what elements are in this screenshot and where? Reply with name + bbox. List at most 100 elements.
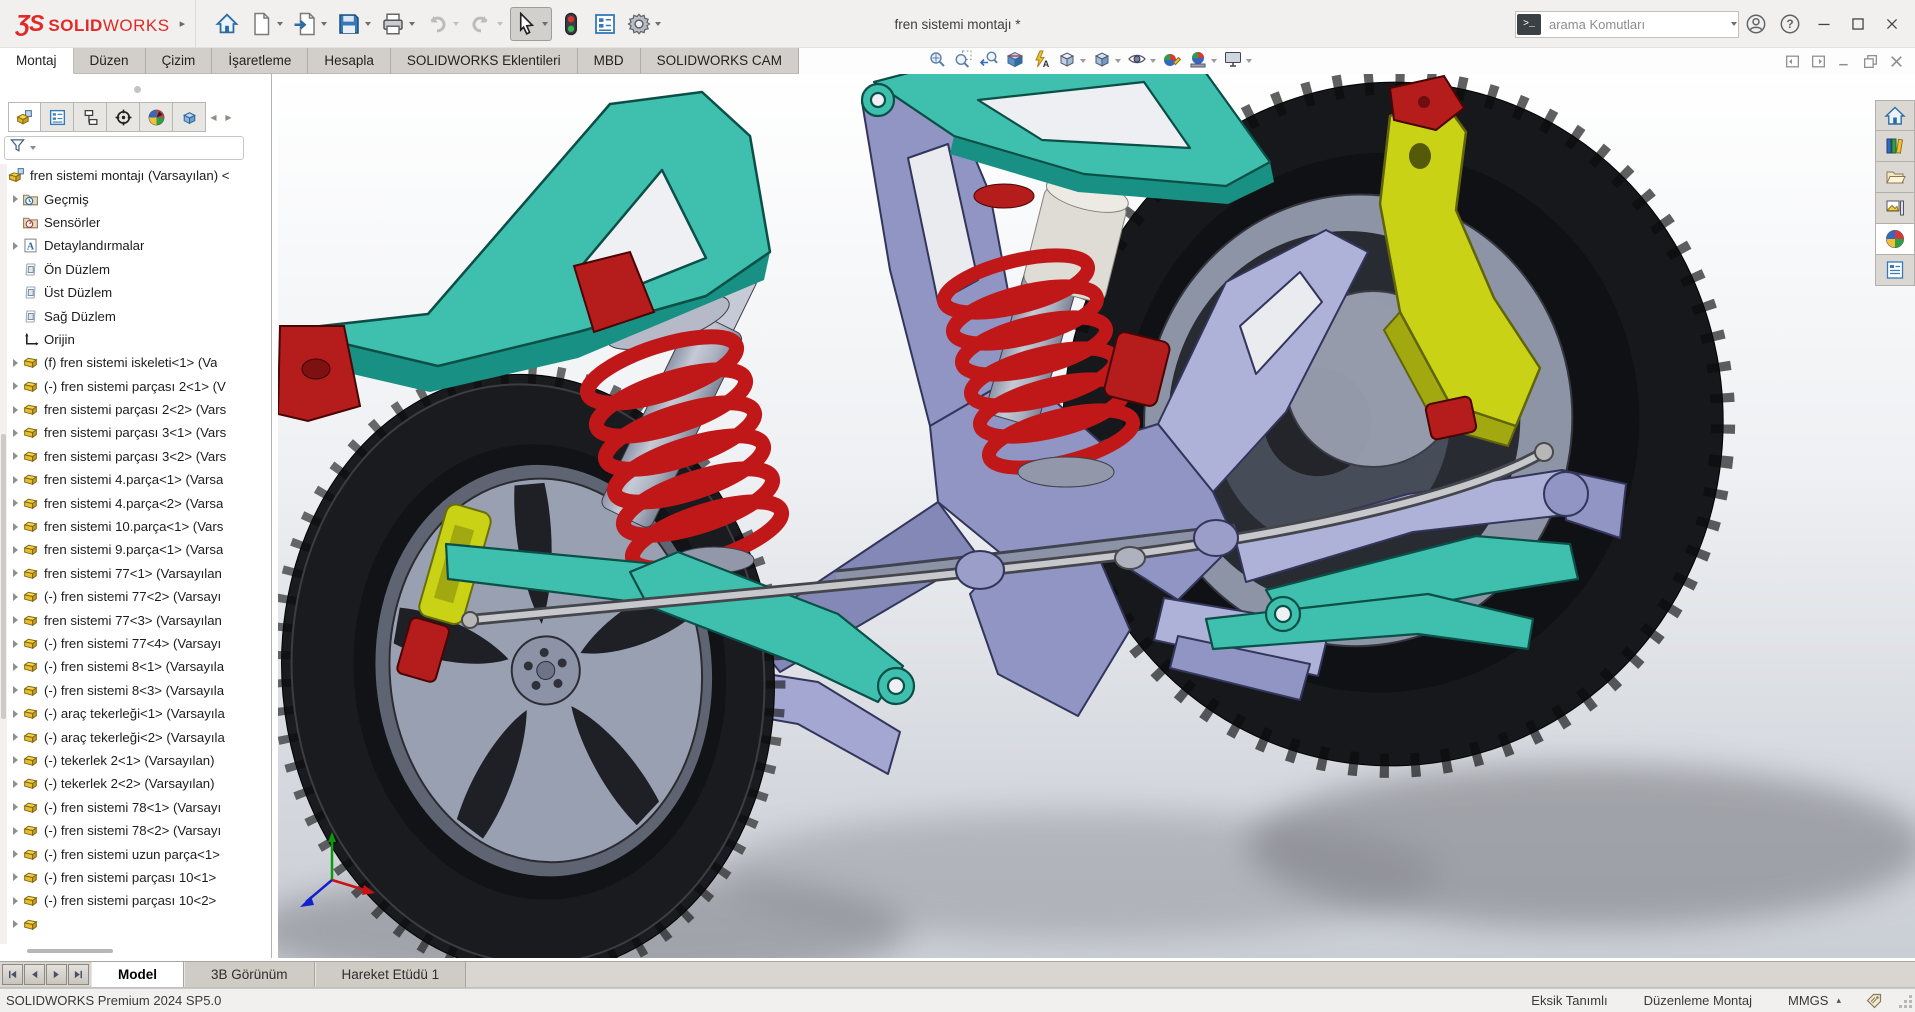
expand-arrow-icon[interactable] (8, 803, 22, 812)
tree-item[interactable]: (-) tekerlek 2<2> (Varsayılan) (8, 772, 270, 795)
tree-item[interactable]: Geçmiş (8, 187, 270, 210)
document-minimize-button[interactable] (1836, 53, 1853, 70)
filter-dropdown-icon[interactable] (30, 146, 36, 150)
collapse-pane-right-button[interactable] (1810, 53, 1827, 70)
featuremanager-tree-tab[interactable] (8, 102, 41, 132)
expand-arrow-icon[interactable] (8, 662, 22, 671)
expand-arrow-icon[interactable] (8, 733, 22, 742)
user-account-button[interactable] (1739, 7, 1773, 41)
dropdown-caret-icon[interactable] (1115, 59, 1121, 63)
configurationmanager-tab[interactable] (74, 102, 107, 132)
dropdown-caret-icon[interactable] (365, 21, 372, 26)
ribbon-tab-mbd[interactable]: MBD (577, 48, 641, 74)
ribbon-tab-i-aretleme[interactable]: İşaretleme (212, 48, 309, 74)
tree-item[interactable] (8, 913, 270, 936)
ribbon-tab-solidworks-cam[interactable]: SOLIDWORKS CAM (640, 48, 799, 74)
expand-arrow-icon[interactable] (8, 358, 22, 367)
panel-tabs-scroll-left-button[interactable]: ◀ (206, 102, 221, 132)
document-restore-button[interactable] (1862, 53, 1879, 70)
tree-item[interactable]: fren sistemi montajı (Varsayılan) < (8, 164, 270, 187)
tree-filter[interactable] (4, 136, 244, 160)
previous-view-button[interactable] (977, 48, 1001, 75)
resize-grip[interactable] (1897, 993, 1913, 1009)
expand-arrow-icon[interactable] (8, 405, 22, 414)
open-button[interactable] (290, 7, 330, 41)
tree-item[interactable]: (-) fren sistemi 8<1> (Varsayıla (8, 655, 270, 678)
taskpane-custom-properties-tab[interactable] (1875, 255, 1915, 286)
dropdown-caret-icon[interactable] (542, 21, 549, 26)
window-maximize-button[interactable] (1841, 7, 1875, 41)
tree-item[interactable]: A Detaylandırmalar (8, 234, 270, 257)
document-tab-3b-g-r-n-m[interactable]: 3B Görünüm (184, 962, 315, 987)
document-close-button[interactable] (1888, 53, 1905, 70)
tree-item[interactable]: (-) araç tekerleği<1> (Varsayıla (8, 702, 270, 725)
tree-item[interactable]: fren sistemi 9.parça<1> (Varsa (8, 538, 270, 561)
search-dropdown-icon[interactable] (1731, 22, 1737, 26)
redo-button[interactable] (466, 7, 506, 41)
print-button[interactable] (378, 7, 418, 41)
tree-item[interactable]: (f) fren sistemi iskeleti<1> (Va (8, 351, 270, 374)
panel-drag-handle[interactable] (134, 86, 141, 93)
expand-arrow-icon[interactable] (8, 592, 22, 601)
dimxpertmanager-tab[interactable] (107, 102, 140, 132)
tree-horizontal-scrollbar-thumb[interactable] (27, 949, 113, 953)
tree-item[interactable]: (-) araç tekerleği<2> (Varsayıla (8, 725, 270, 748)
cam-tree-tab[interactable] (173, 102, 206, 132)
tags-icon[interactable] (1865, 992, 1883, 1010)
expand-arrow-icon[interactable] (8, 850, 22, 859)
view-settings-button[interactable] (1221, 48, 1254, 75)
display-style-button[interactable] (1090, 48, 1123, 75)
dropdown-caret-icon[interactable] (321, 21, 328, 26)
previous-tab-button[interactable] (24, 964, 45, 985)
tree-item[interactable]: (-) fren sistemi parçası 10<2> (8, 889, 270, 912)
undo-button[interactable] (422, 7, 462, 41)
tree-item[interactable]: fren sistemi parçası 3<2> (Vars (8, 445, 270, 468)
tree-item[interactable]: (-) fren sistemi 78<2> (Varsayı (8, 819, 270, 842)
propertymanager-tab[interactable] (41, 102, 74, 132)
tree-item[interactable]: Sensörler (8, 211, 270, 234)
expand-arrow-icon[interactable] (8, 382, 22, 391)
unit-system-selector[interactable]: MMGS ▴ (1788, 993, 1841, 1008)
dropdown-caret-icon[interactable] (497, 21, 504, 26)
zoom-to-area-button[interactable] (951, 48, 975, 75)
expand-arrow-icon[interactable] (8, 779, 22, 788)
expand-arrow-icon[interactable] (8, 896, 22, 905)
tree-item[interactable]: Üst Düzlem (8, 281, 270, 304)
expand-arrow-icon[interactable] (8, 522, 22, 531)
expand-arrow-icon[interactable] (8, 195, 22, 204)
tree-item[interactable]: (-) fren sistemi parçası 2<1> (V (8, 375, 270, 398)
command-search-box[interactable]: >_ (1515, 10, 1739, 38)
fileprops-button[interactable] (590, 7, 620, 41)
expand-arrow-icon[interactable] (8, 499, 22, 508)
taskpane-file-explorer-tab[interactable] (1875, 162, 1915, 193)
select-button[interactable] (510, 6, 553, 41)
expand-arrow-icon[interactable] (8, 569, 22, 578)
graphics-viewport[interactable] (278, 74, 1915, 958)
solidworks-logo[interactable]: ƷS SOLID WORKS (16, 10, 170, 37)
tree-item[interactable]: (-) tekerlek 2<1> (Varsayılan) (8, 749, 270, 772)
tree-item[interactable]: fren sistemi 77<1> (Varsayılan (8, 562, 270, 585)
view-orientation-button[interactable] (1055, 48, 1088, 75)
dropdown-caret-icon[interactable] (1080, 59, 1086, 63)
search-input[interactable] (1547, 15, 1717, 33)
tree-item[interactable]: (-) fren sistemi parçası 10<1> (8, 866, 270, 889)
expand-arrow-icon[interactable] (8, 428, 22, 437)
last-tab-button[interactable] (68, 964, 89, 985)
tree-item[interactable]: (-) fren sistemi 77<2> (Varsayı (8, 585, 270, 608)
expand-arrow-icon[interactable] (8, 686, 22, 695)
tree-item[interactable]: (-) fren sistemi uzun parça<1> (8, 842, 270, 865)
document-tab-hareket-et-d-1[interactable]: Hareket Etüdü 1 (314, 962, 467, 987)
expand-arrow-icon[interactable] (8, 452, 22, 461)
tree-item[interactable]: Orijin (8, 328, 270, 351)
section-view-button[interactable] (1003, 48, 1027, 75)
rebuild-button[interactable] (556, 7, 586, 41)
taskpane-design-library-tab[interactable] (1875, 131, 1915, 162)
logo-flyout-arrow-icon[interactable]: ▸ (180, 17, 186, 30)
expand-arrow-icon[interactable] (8, 873, 22, 882)
ribbon-tab-montaj[interactable]: Montaj (0, 48, 74, 74)
window-close-button[interactable] (1875, 7, 1909, 41)
expand-arrow-icon[interactable] (8, 616, 22, 625)
tree-item[interactable]: fren sistemi 4.parça<1> (Varsa (8, 468, 270, 491)
dropdown-caret-icon[interactable] (655, 21, 662, 26)
taskpane-home-tab[interactable] (1875, 100, 1915, 131)
